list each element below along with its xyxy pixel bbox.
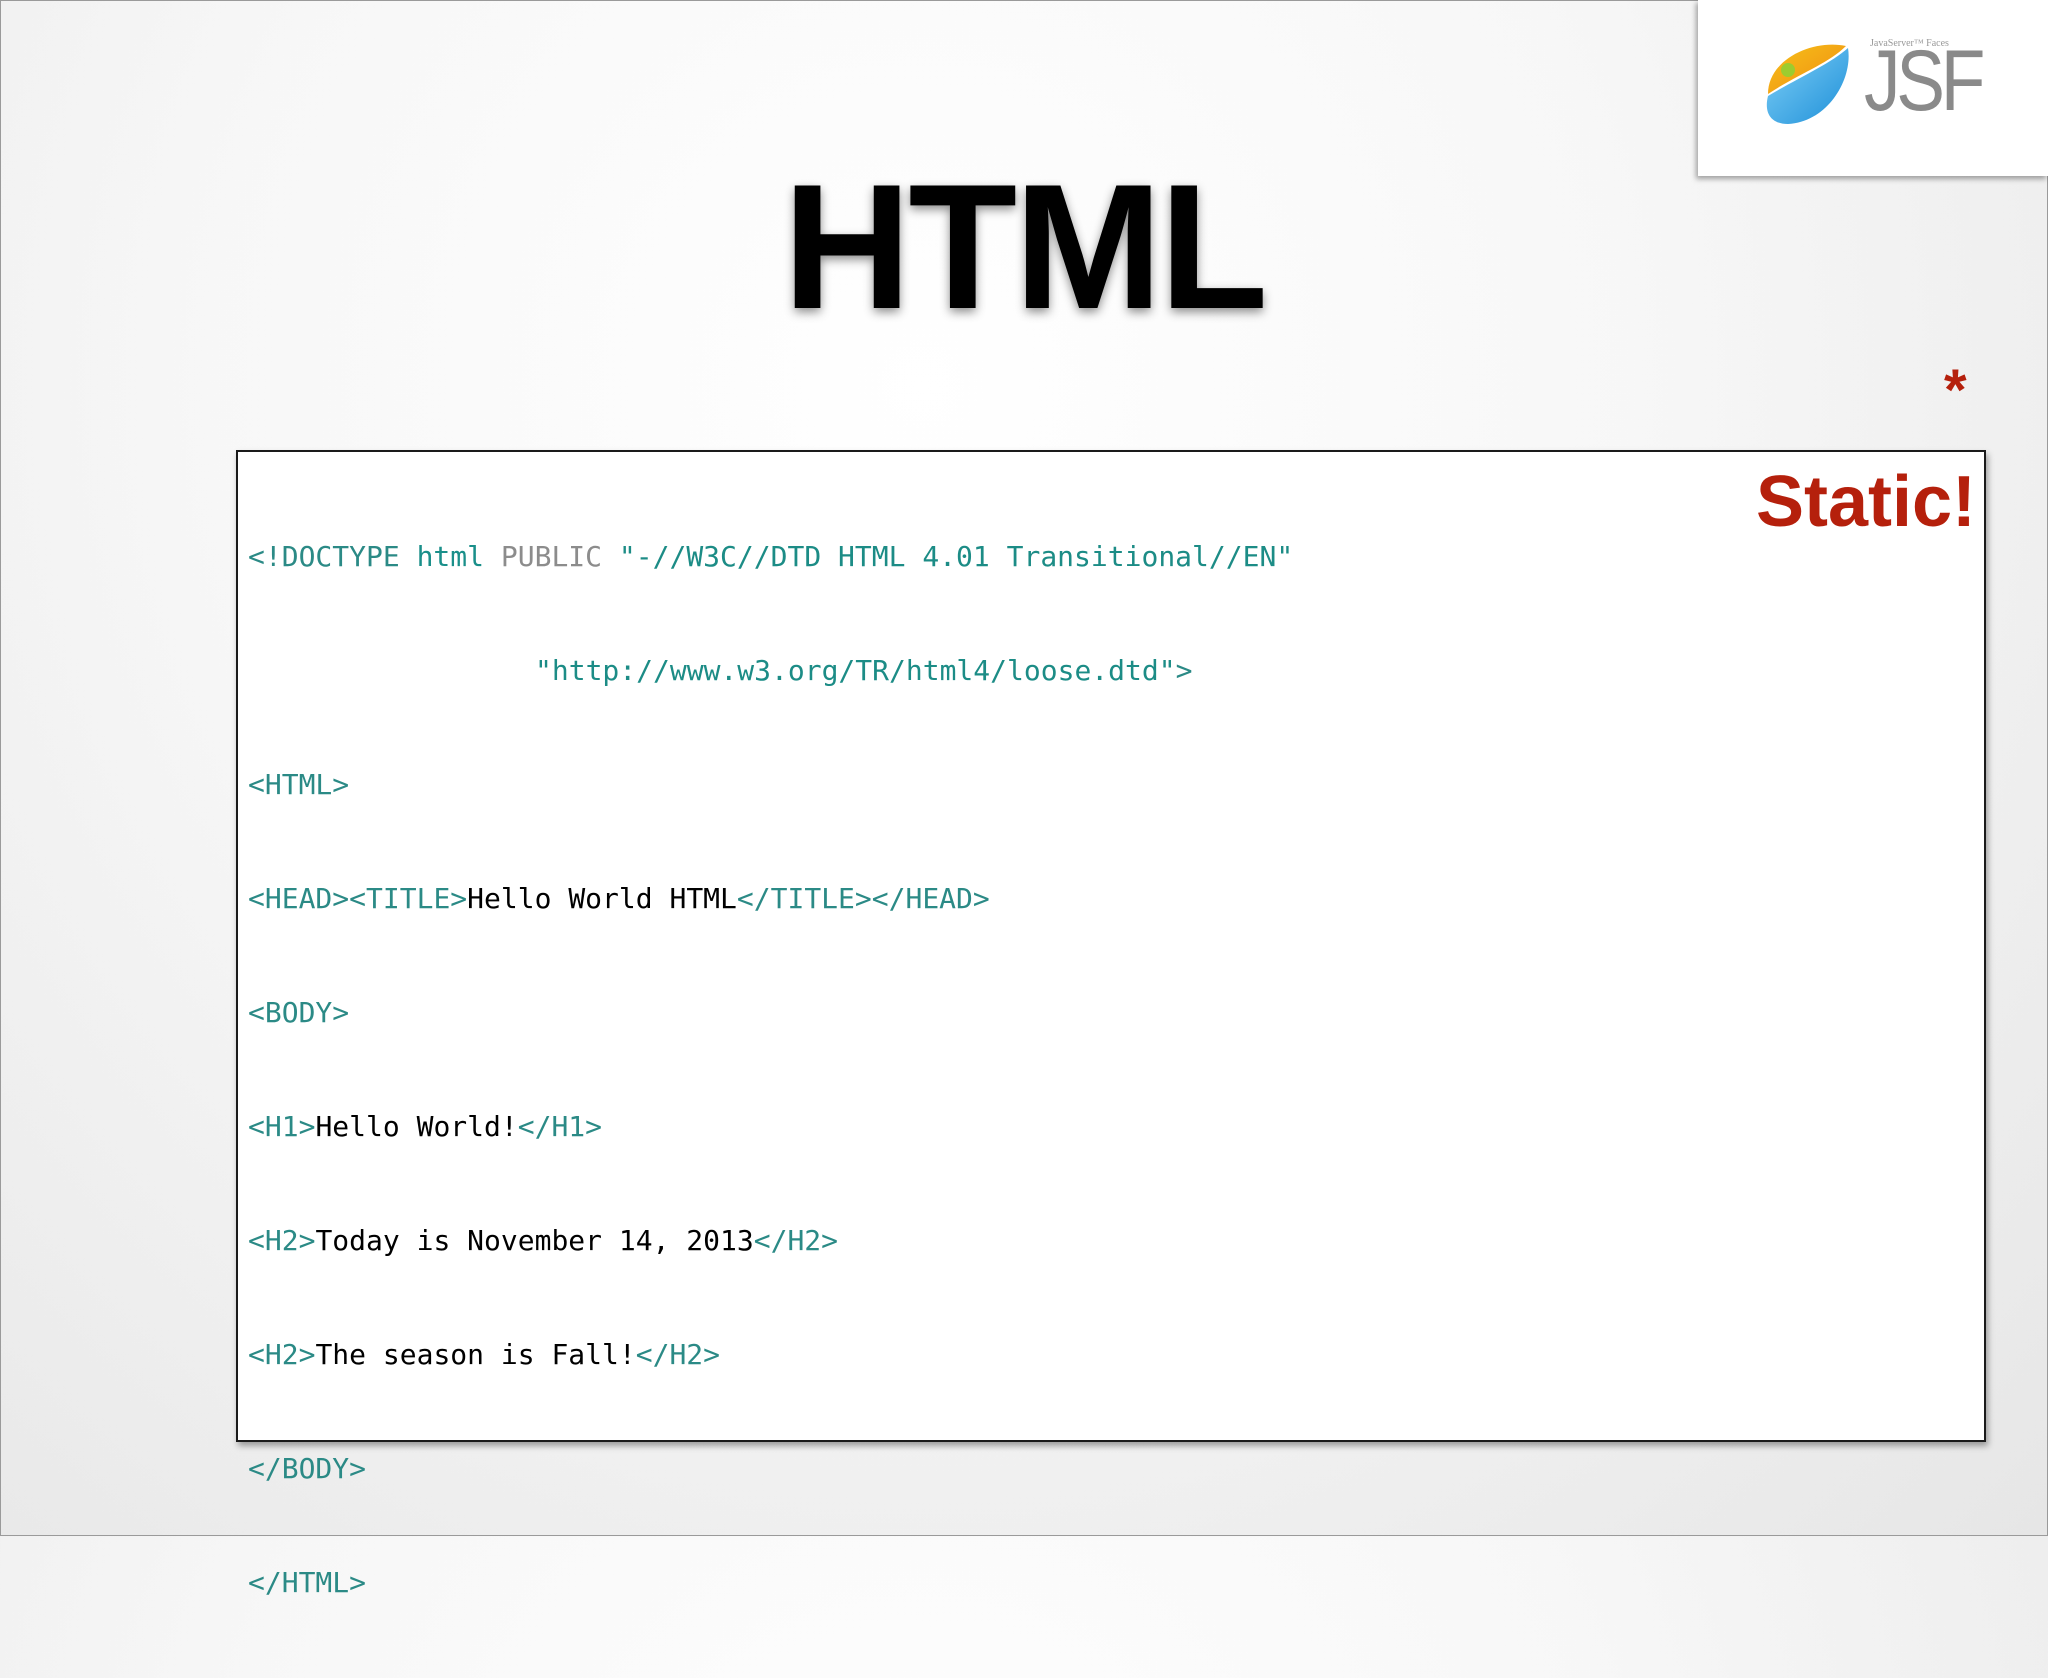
- code-token: <HTML>: [248, 768, 350, 801]
- code-token: </H2>: [753, 1224, 839, 1257]
- code-line: </BODY>: [248, 1450, 1293, 1488]
- code-token: <!DOCTYPE: [248, 540, 400, 573]
- code-text: Hello World!: [315, 1110, 518, 1143]
- code-token: </TITLE>: [736, 882, 872, 915]
- code-line: <!DOCTYPE html PUBLIC "-//W3C//DTD HTML …: [248, 538, 1293, 576]
- code-token: </BODY>: [248, 1452, 367, 1485]
- code-line: <HTML>: [248, 766, 1293, 804]
- code-box: Static! <!DOCTYPE html PUBLIC "-//W3C//D…: [236, 450, 1986, 1599]
- code-token: <H1>: [248, 1110, 316, 1143]
- code-text: Hello World HTML: [467, 882, 737, 915]
- code-line: <H2>Today is November 14, 2013</H2>: [248, 1222, 1293, 1260]
- code-token: <H2>: [248, 1224, 316, 1257]
- jsf-logo: JavaServer™ Faces JSF: [1698, 0, 2048, 176]
- logo-letters: JSF: [1864, 33, 1985, 129]
- code-token: >: [1175, 654, 1193, 687]
- asterisk-mark: *: [1944, 358, 1967, 423]
- code-listing: <!DOCTYPE html PUBLIC "-//W3C//DTD HTML …: [248, 462, 1293, 1678]
- code-token: PUBLIC: [500, 540, 603, 573]
- code-token: html: [416, 540, 485, 573]
- code-text: Today is November 14, 2013: [315, 1224, 754, 1257]
- code-token: "-//W3C//DTD HTML 4.01 Transitional//EN": [618, 540, 1294, 573]
- code-token: <H2>: [248, 1338, 316, 1371]
- code-line: </HTML>: [248, 1564, 1293, 1602]
- code-token: </H1>: [517, 1110, 603, 1143]
- code-token: "http://www.w3.org/TR/html4/loose.dtd": [535, 654, 1176, 687]
- code-token: </HTML>: [248, 1566, 367, 1599]
- code-line: <H2>The season is Fall!</H2>: [248, 1336, 1293, 1374]
- code-line: "http://www.w3.org/TR/html4/loose.dtd">: [248, 652, 1293, 690]
- code-token: <BODY>: [248, 996, 350, 1029]
- code-token: </HEAD>: [871, 882, 990, 915]
- code-line: <HEAD><TITLE>Hello World HTML</TITLE></H…: [248, 880, 1293, 918]
- code-text: The season is Fall!: [315, 1338, 636, 1371]
- jsf-logo-icon: [1766, 44, 1849, 124]
- code-line: <H1>Hello World!</H1>: [248, 1108, 1293, 1146]
- code-line: <BODY>: [248, 994, 1293, 1032]
- code-token: <HEAD>: [248, 882, 350, 915]
- code-token: </H2>: [635, 1338, 721, 1371]
- code-token: <TITLE>: [349, 882, 468, 915]
- slide-title: HTML: [782, 147, 1268, 346]
- static-label: Static!: [1755, 462, 1976, 542]
